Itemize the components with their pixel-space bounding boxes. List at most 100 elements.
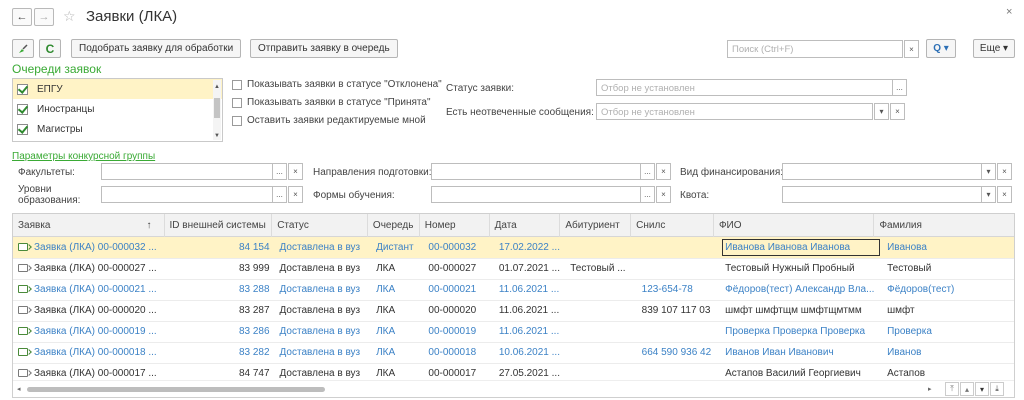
back-button[interactable]: ← [12,8,32,26]
leave-mine-checkbox[interactable] [232,115,242,126]
cell-num[interactable]: 00-000027 [423,258,494,280]
cell-id[interactable]: 84 154 [165,237,275,259]
cell-status[interactable]: Доставлена в вуз [274,279,372,301]
cell-id[interactable]: 83 282 [165,342,275,364]
cell-date[interactable]: 11.06.2021 ... [493,300,566,322]
table-row[interactable]: Заявка (ЛКА) 00-000032 ... 84 154 Доставле… [13,237,1014,259]
col-header-number[interactable]: Номер [420,214,490,237]
horizontal-scrollbar[interactable]: ◂ ▸ ⤒ ▴ ▾ ⤓ [13,380,1014,397]
cell-num[interactable]: 00-000018 [423,342,494,364]
cell-fio[interactable]: Иванова Иванова Иванова [720,237,883,259]
cell-snils[interactable] [636,237,721,259]
cell-date[interactable]: 17.02.2022 ... [493,237,566,259]
cell-fio[interactable]: Тестовый Нужный Пробный [720,258,883,280]
cell-fio[interactable]: шмфт шмфтщм шмфтщмтмм [720,300,883,322]
messages-filter-dropdown[interactable]: ▾ [874,103,889,120]
cell-id[interactable]: 83 999 [165,258,275,280]
cell-zayavka[interactable]: Заявка (ЛКА) 00-000027 ... [13,258,166,280]
cell-date[interactable]: 11.06.2021 ... [493,279,566,301]
show-accepted-checkbox[interactable] [232,97,242,108]
directions-input[interactable] [431,163,641,180]
cell-zayavka[interactable]: Заявка (ЛКА) 00-000020 ... [13,300,166,322]
requests-table[interactable]: Заявка ↑ ID внешней системы Статус Очере… [12,213,1015,398]
quota-dropdown[interactable]: ▾ [981,186,996,203]
more-button[interactable]: Еще ▾ [973,39,1015,58]
search-clear-button[interactable]: × [904,40,919,58]
forms-clear-button[interactable]: × [656,186,671,203]
financing-input[interactable] [782,163,982,180]
search-button[interactable]: Q ▾ [926,39,956,58]
cell-id[interactable]: 83 286 [165,321,275,343]
cell-queue[interactable]: Дистант [371,237,424,259]
table-row[interactable]: Заявка (ЛКА) 00-000021 ... 83 288 Доставле… [13,279,1014,301]
cell-queue[interactable]: ЛКА [371,342,424,364]
queue-checkbox[interactable] [17,83,28,95]
leave-mine-option[interactable]: Оставить заявки редактируемые мной [232,115,426,126]
directions-clear-button[interactable]: × [656,163,671,180]
col-header-zayavka[interactable]: Заявка ↑ [13,214,165,237]
scroll-right-icon[interactable]: ▸ [928,385,932,393]
scrollbar-thumb[interactable] [27,387,325,392]
cell-zayavka[interactable]: Заявка (ЛКА) 00-000018 ... [13,342,166,364]
status-filter-select-button[interactable]: ... [892,79,907,96]
cell-date[interactable]: 11.06.2021 ... [493,321,566,343]
refresh-button[interactable]: C [39,39,61,58]
cell-fio[interactable]: Проверка Проверка Проверка [720,321,883,343]
status-filter-input[interactable]: Отбор не установлен [596,79,893,96]
cell-fam[interactable]: Тестовый [882,258,1014,280]
table-row[interactable]: Заявка (ЛКА) 00-000018 ... 83 282 Доставле… [13,342,1014,364]
cell-status[interactable]: Доставлена в вуз [274,258,372,280]
search-input[interactable]: Поиск (Ctrl+F) [727,40,903,58]
cell-fio[interactable]: Иванов Иван Иванович [720,342,883,364]
queue-item-foreigners[interactable]: Иностранцы [13,99,222,119]
scroll-bottom-icon[interactable]: ⤓ [990,382,1004,396]
queue-checkbox[interactable] [17,103,28,115]
queues-scrollbar[interactable]: ▲ ▼ [213,80,221,140]
cell-status[interactable]: Доставлена в вуз [274,321,372,343]
cell-fam[interactable]: Проверка [882,321,1014,343]
cell-zayavka[interactable]: Заявка (ЛКА) 00-000032 ... [13,237,166,259]
pick-request-button[interactable]: Подобрать заявку для обработки [71,39,242,58]
queue-item-epgu[interactable]: ЕПГУ [13,79,222,99]
cell-fio[interactable]: Фёдоров(тест) Александр Вла... [720,279,883,301]
scroll-left-icon[interactable]: ◂ [17,385,21,393]
col-header-external-id[interactable]: ID внешней системы [165,214,273,237]
cell-num[interactable]: 00-000032 [423,237,494,259]
cell-queue[interactable]: ЛКА [371,321,424,343]
col-header-status[interactable]: Статус [272,214,368,237]
cell-id[interactable]: 83 287 [165,300,275,322]
cell-queue[interactable]: ЛКА [371,258,424,280]
cell-abit[interactable]: Тестовый ... [565,258,637,280]
cell-zayavka[interactable]: Заявка (ЛКА) 00-000019 ... [13,321,166,343]
forms-input[interactable] [431,186,641,203]
cell-snils[interactable]: 664 590 936 42 [636,342,721,364]
cell-queue[interactable]: ЛКА [371,279,424,301]
cell-date[interactable]: 10.06.2021 ... [493,342,566,364]
queue-checkbox[interactable] [17,123,28,135]
financing-dropdown[interactable]: ▾ [981,163,996,180]
queues-list[interactable]: ЕПГУ Иностранцы Магистры ▲ ▼ [12,78,223,142]
directions-select-button[interactable]: ... [640,163,655,180]
col-header-fio[interactable]: ФИО [714,214,875,237]
settings-brush-button[interactable] [12,39,34,58]
send-to-queue-button[interactable]: Отправить заявку в очередь [250,39,398,58]
col-header-date[interactable]: Дата [490,214,561,237]
cell-num[interactable]: 00-000021 [423,279,494,301]
close-icon[interactable]: × [1006,6,1012,18]
table-row[interactable]: Заявка (ЛКА) 00-000020 ... 83 287 Доставле… [13,300,1014,322]
scroll-up-icon[interactable]: ▴ [960,382,974,396]
levels-input[interactable] [101,186,273,203]
show-rejected-option[interactable]: Показывать заявки в статусе "Отклонена" [232,79,442,90]
messages-filter-input[interactable]: Отбор не установлен [596,103,873,120]
cell-queue[interactable]: ЛКА [371,300,424,322]
competitive-params-link[interactable]: Параметры конкурсной группы [12,151,155,162]
col-header-surname[interactable]: Фамилия [874,214,1014,237]
queue-item-masters[interactable]: Магистры [13,119,222,139]
messages-filter-clear[interactable]: × [890,103,905,120]
cell-abit[interactable] [565,279,637,301]
faculties-select-button[interactable]: ... [272,163,287,180]
forms-select-button[interactable]: ... [640,186,655,203]
cell-abit[interactable] [565,321,637,343]
cell-num[interactable]: 00-000020 [423,300,494,322]
cell-id[interactable]: 83 288 [165,279,275,301]
